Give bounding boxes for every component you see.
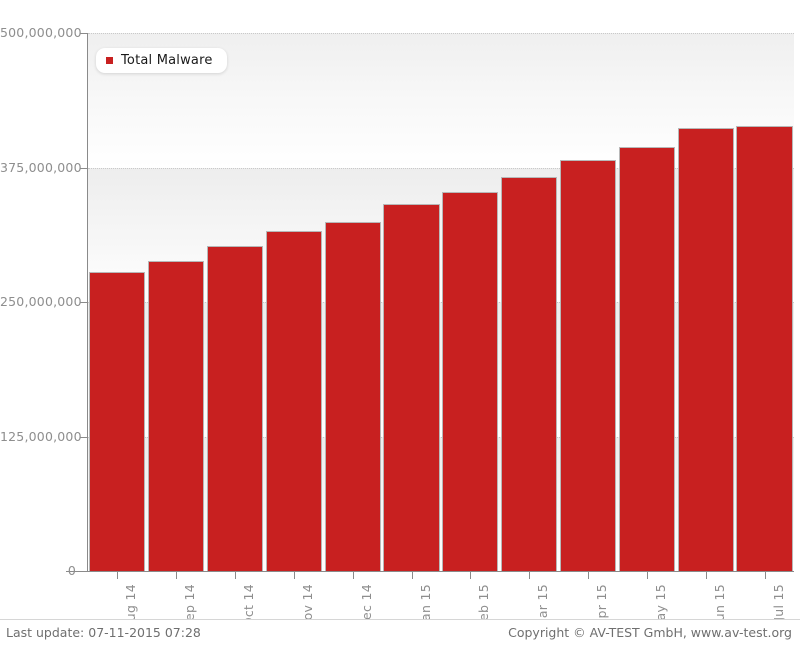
y-tick-label: 375,000,000 (0, 159, 82, 175)
bar[interactable] (618, 147, 675, 571)
last-update-text: Last update: 07-11-2015 07:28 (6, 625, 201, 640)
y-tick-label: 500,000,000 (0, 25, 82, 40)
x-tick-mark (765, 571, 766, 579)
x-tick-mark (529, 571, 530, 579)
x-tick-mark (176, 571, 177, 579)
bar[interactable] (148, 261, 205, 571)
bar[interactable] (324, 222, 381, 571)
y-tick-label: 0 (67, 563, 76, 578)
bar[interactable] (206, 246, 264, 571)
x-tick-mark (294, 571, 295, 579)
x-tick-mark (412, 571, 413, 579)
bar[interactable] (736, 125, 793, 571)
legend-swatch-icon (106, 57, 113, 64)
chart-container: 0 125,000,000 250,000,000 375,000,000 500,00… (0, 0, 800, 645)
gridline (88, 33, 794, 35)
bar[interactable] (677, 127, 734, 571)
chart-legend[interactable]: Total Malware (96, 48, 227, 73)
y-tick-label: 250,000,000 (0, 294, 82, 309)
bar[interactable] (559, 159, 617, 571)
bar[interactable] (265, 230, 322, 571)
y-axis-line (87, 33, 88, 572)
x-tick-mark (353, 571, 354, 579)
x-tick-mark (647, 571, 648, 579)
x-tick-mark (470, 571, 471, 579)
x-tick-mark (235, 571, 236, 579)
copyright-text: Copyright © AV-TEST GmbH, www.av-test.or… (508, 625, 792, 640)
footer-bar: Last update: 07-11-2015 07:28 Copyright … (0, 620, 800, 645)
bar[interactable] (383, 204, 440, 571)
y-tick-label: 125,000,000 (0, 428, 82, 444)
bar[interactable] (89, 271, 146, 571)
plot-area (88, 33, 794, 571)
bar[interactable] (501, 177, 558, 571)
x-tick-label: Jul 15 (771, 584, 786, 621)
bar[interactable] (442, 192, 499, 571)
x-tick-mark (706, 571, 707, 579)
x-tick-mark (588, 571, 589, 579)
y-tick-mark (80, 571, 87, 572)
x-tick-mark (117, 571, 118, 579)
legend-label-total-malware: Total Malware (121, 53, 213, 68)
